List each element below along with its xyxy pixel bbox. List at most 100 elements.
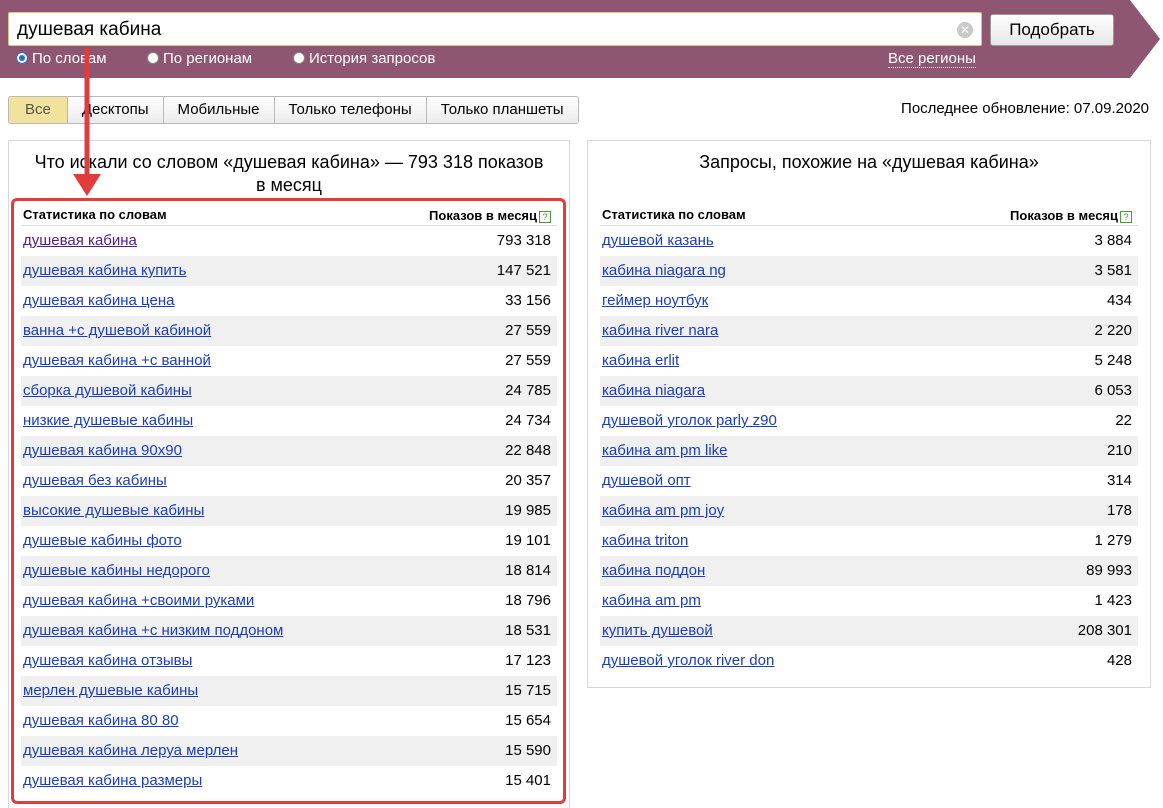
search-header: ✕ Подобрать По словам По регионам Истори… [0, 0, 1163, 78]
phrase-link[interactable]: кабина erlit [602, 346, 679, 376]
impressions-count: 15 715 [505, 682, 551, 699]
radio-icon[interactable] [147, 52, 159, 64]
impressions-count: 208 301 [1077, 622, 1132, 639]
table-row: душевая кабина 90х90 22 848 [21, 436, 557, 466]
right-stats-table: Статистика по словам Показов в месяц? ду… [600, 203, 1138, 676]
phrase-link[interactable]: низкие душевые кабины [23, 406, 193, 436]
phrase-link[interactable]: душевая без кабины [23, 466, 167, 496]
table-row: душевая кабина +своими руками 18 796 [21, 586, 557, 616]
table-row: душевой опт 314 [600, 466, 1138, 496]
phrase-link[interactable]: душевой казань [602, 226, 714, 256]
mode-by-words[interactable]: По словам [16, 50, 107, 67]
help-icon[interactable]: ? [539, 211, 551, 223]
phrase-link[interactable]: кабина river nara [602, 316, 718, 346]
phrase-link[interactable]: кабина triton [602, 526, 688, 556]
phrase-link[interactable]: душевая кабина +с низким поддоном [23, 616, 283, 646]
radio-icon[interactable] [293, 52, 305, 64]
search-input[interactable] [17, 17, 947, 43]
phrase-link[interactable]: кабина am pm like [602, 436, 728, 466]
phrase-link[interactable]: душевые кабины фото [23, 526, 182, 556]
phrase-link[interactable]: душевая кабина [23, 226, 137, 256]
impressions-count: 24 785 [505, 382, 551, 399]
phrase-link[interactable]: геймер ноутбук [602, 286, 708, 316]
mode-by-regions[interactable]: По регионам [147, 50, 252, 67]
tab-mobile[interactable]: Мобильные [163, 97, 275, 123]
table-row: кабина поддон 89 993 [600, 556, 1138, 586]
radio-checked-icon[interactable] [16, 52, 28, 64]
table-row: душевой уголок parly z90 22 [600, 406, 1138, 436]
phrase-link[interactable]: кабина поддон [602, 556, 705, 586]
column-header-words: Статистика по словам [23, 207, 167, 222]
table-row: мерлен душевые кабины 15 715 [21, 676, 557, 706]
phrase-link[interactable]: кабина am pm [602, 586, 701, 616]
tab-desktops[interactable]: Десктопы [67, 97, 164, 123]
table-row: кабина niagara 6 053 [600, 376, 1138, 406]
impressions-count: 22 848 [505, 442, 551, 459]
phrase-link[interactable]: душевая кабина 90х90 [23, 436, 182, 466]
phrase-link[interactable]: кабина niagara ng [602, 256, 726, 286]
phrase-link[interactable]: душевая кабина купить [23, 256, 186, 286]
tab-phones-only[interactable]: Только телефоны [274, 97, 427, 123]
mode-history[interactable]: История запросов [293, 50, 435, 67]
tab-tablets-only[interactable]: Только планшеты [426, 97, 578, 123]
phrase-link[interactable]: душевая кабина цена [23, 286, 174, 316]
mode-label: История запросов [309, 50, 436, 67]
phrase-link[interactable]: душевой уголок parly z90 [602, 406, 777, 436]
table-row: душевая без кабины 20 357 [21, 466, 557, 496]
phrase-link[interactable]: сборка душевой кабины [23, 376, 192, 406]
clear-icon[interactable]: ✕ [957, 22, 973, 38]
right-stats-panel: Запросы, похожие на «душевая кабина» Ста… [587, 140, 1151, 688]
table-row: душевая кабина +с низким поддоном 18 531 [21, 616, 557, 646]
help-icon[interactable]: ? [1120, 211, 1132, 223]
left-panel-title: Что искали со словом «душевая кабина» — … [34, 152, 544, 195]
phrase-link[interactable]: душевая кабина +своими руками [23, 586, 254, 616]
table-row: кабина triton 1 279 [600, 526, 1138, 556]
phrase-link[interactable]: душевые кабины недорого [23, 556, 210, 586]
phrase-link[interactable]: купить душевой [602, 616, 713, 646]
table-row: кабина river nara 2 220 [600, 316, 1138, 346]
phrase-link[interactable]: душевой опт [602, 466, 691, 496]
table-row: низкие душевые кабины 24 734 [21, 406, 557, 436]
table-row: душевая кабина цена 33 156 [21, 286, 557, 316]
phrase-link[interactable]: ванна +с душевой кабиной [23, 316, 211, 346]
impressions-count: 19 985 [505, 502, 551, 519]
column-header-words: Статистика по словам [602, 207, 746, 222]
table-row: сборка душевой кабины 24 785 [21, 376, 557, 406]
column-header-count: Показов в месяц? [1010, 208, 1132, 223]
left-stats-panel: Что искали со словом «душевая кабина» — … [8, 140, 570, 808]
phrase-link[interactable]: мерлен душевые кабины [23, 676, 198, 706]
phrase-link[interactable]: высокие душевые кабины [23, 496, 204, 526]
phrase-link[interactable]: душевая кабина +с ванной [23, 346, 211, 376]
phrase-link[interactable]: душевая кабина 80 80 [23, 706, 179, 736]
impressions-count: 22 [1115, 412, 1132, 429]
impressions-count: 18 531 [505, 622, 551, 639]
impressions-count: 434 [1106, 292, 1132, 309]
impressions-count: 178 [1106, 502, 1132, 519]
phrase-link[interactable]: душевая кабина размеры [23, 766, 202, 796]
phrase-link[interactable]: душевой уголок river don [602, 646, 774, 676]
tab-all[interactable]: Все [9, 97, 68, 123]
impressions-count: 89 993 [1086, 562, 1132, 579]
mode-label: По регионам [163, 50, 253, 67]
phrase-link[interactable]: кабина am pm joy [602, 496, 724, 526]
impressions-count: 5 248 [1094, 352, 1132, 369]
column-header-count-label: Показов в месяц [429, 208, 537, 223]
impressions-count: 15 590 [505, 742, 551, 759]
phrase-link[interactable]: душевая кабина леруа мерлен [23, 736, 238, 766]
last-update-text: Последнее обновление: 07.09.2020 [901, 100, 1149, 117]
device-tabs: Все Десктопы Мобильные Только телефоны Т… [8, 96, 579, 124]
phrase-link[interactable]: кабина niagara [602, 376, 705, 406]
impressions-count: 19 101 [505, 532, 551, 549]
table-row: душевой уголок river don 428 [600, 646, 1138, 676]
impressions-count: 17 123 [505, 652, 551, 669]
all-regions-link[interactable]: Все регионы [888, 50, 976, 68]
right-panel-title: Запросы, похожие на «душевая кабина» [699, 152, 1039, 172]
submit-button[interactable]: Подобрать [990, 14, 1114, 46]
impressions-count: 18 814 [505, 562, 551, 579]
phrase-link[interactable]: душевая кабина отзывы [23, 646, 192, 676]
table-row: душевая кабина 793 318 [21, 226, 557, 256]
search-field[interactable]: ✕ [8, 12, 982, 46]
table-row: душевая кабина размеры 15 401 [21, 766, 557, 796]
impressions-count: 3 581 [1094, 262, 1132, 279]
table-row: душевая кабина 80 80 15 654 [21, 706, 557, 736]
